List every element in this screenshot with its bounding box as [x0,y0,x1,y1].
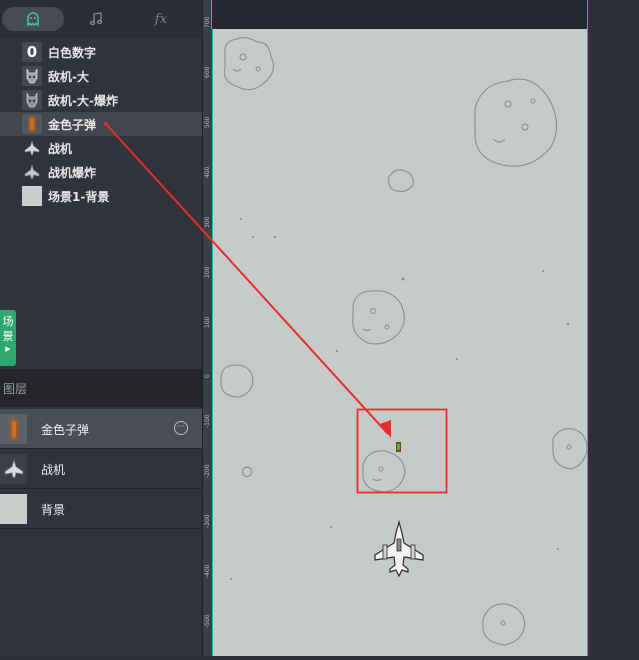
tab-sounds[interactable] [80,7,112,31]
ruler-tick-label: -500 [204,614,211,628]
ruler-tick-label: 600 [204,66,211,78]
gold-bullet-sprite [396,442,401,452]
asset-list: 0 白色数字 敌机-大 敌机-大-爆炸 金色子弹 战机 战机爆炸 场景1-背景 [0,40,202,208]
asteroid-icon [220,364,254,398]
asset-label: 战机爆炸 [48,165,97,180]
asset-item-fighter-explosion[interactable]: 战机爆炸 [0,160,202,184]
enemy-explosion-icon [22,90,42,110]
layer-label: 金色子弹 [41,423,90,437]
resource-tabs: fx [0,0,202,38]
fighter-sprite [374,519,424,578]
asteroid-icon [352,290,405,345]
ruler-tick-label: -200 [204,464,211,478]
tab-sprites[interactable] [2,7,64,31]
asset-item-enemy-explosion[interactable]: 敌机-大-爆炸 [0,88,202,112]
layer-label: 背景 [41,503,66,517]
asset-item-fighter[interactable]: 战机 [0,136,202,160]
asset-label: 敌机-大 [48,69,89,84]
asteroid-icon [388,169,414,192]
layers-panel-header: 图层 [0,369,202,407]
asset-label: 白色数字 [48,45,97,60]
fighter-icon [22,138,42,158]
enemy-large-icon [22,66,42,86]
right-panel [588,0,639,656]
layer-item-fighter[interactable]: 战机 [0,449,202,489]
fighter-thumb-icon [0,454,27,484]
music-icon [89,12,103,26]
fighter-explosion-icon [22,162,42,182]
ruler-tick-label: 0 [204,374,211,378]
asset-item-enemy-large[interactable]: 敌机-大 [0,64,202,88]
ruler-tick-label: 300 [204,216,211,228]
asteroid-icon [474,78,558,167]
asteroid-icon [362,450,406,493]
stage-border-left [211,0,212,29]
ruler-tick-label: -300 [204,514,211,528]
stage-top-strip [212,0,588,29]
gold-bullet-icon [22,114,42,134]
scene-canvas[interactable] [212,29,588,656]
ruler-tick-label: 100 [204,316,211,328]
number-zero-icon: 0 [22,42,42,62]
asteroid-icon [223,36,274,91]
ruler-tick-label: 700 [204,16,211,28]
scene-background [220,36,588,646]
layers-title: 图层 [3,382,28,396]
asset-label: 敌机-大-爆炸 [48,93,118,108]
asteroid-icon [241,466,253,478]
background-thumb-icon [0,494,27,524]
asset-item-white-digits[interactable]: 0 白色数字 [0,40,202,64]
asset-item-gold-bullet[interactable]: 金色子弹 [0,112,202,136]
left-panel: fx 0 白色数字 敌机-大 敌机-大-爆炸 金色子弹 战机 战机爆炸 场景1-… [0,0,202,656]
ruler-tick-label: 200 [204,266,211,278]
gold-bullet-thumb-icon [0,414,27,444]
asteroid-icon [552,428,588,470]
layer-item-background[interactable]: 背景 [0,489,202,529]
tab-effects[interactable]: fx [145,7,177,31]
background-thumb-icon [22,186,42,206]
ruler-tick-label: -100 [204,414,211,428]
asset-label: 战机 [48,141,73,156]
asset-item-scene-background[interactable]: 场景1-背景 [0,184,202,208]
layer-label: 战机 [41,463,66,477]
layer-item-gold-bullet[interactable]: 金色子弹 ··· [0,409,202,449]
ruler-tick-label: 500 [204,116,211,128]
asset-label: 场景1-背景 [48,189,110,204]
ruler-tick-label: 400 [204,166,211,178]
scene-toggle-tab[interactable]: 场 景 ▶ [0,310,16,366]
fx-icon: fx [154,11,168,27]
asset-label: 金色子弹 [48,117,97,132]
ghost-icon [27,12,39,27]
play-arrow-icon: ▶ [5,345,11,353]
more-options-icon[interactable]: ··· [174,421,188,435]
ruler-tick-label: -400 [204,564,211,578]
asteroid-icon [482,603,526,646]
